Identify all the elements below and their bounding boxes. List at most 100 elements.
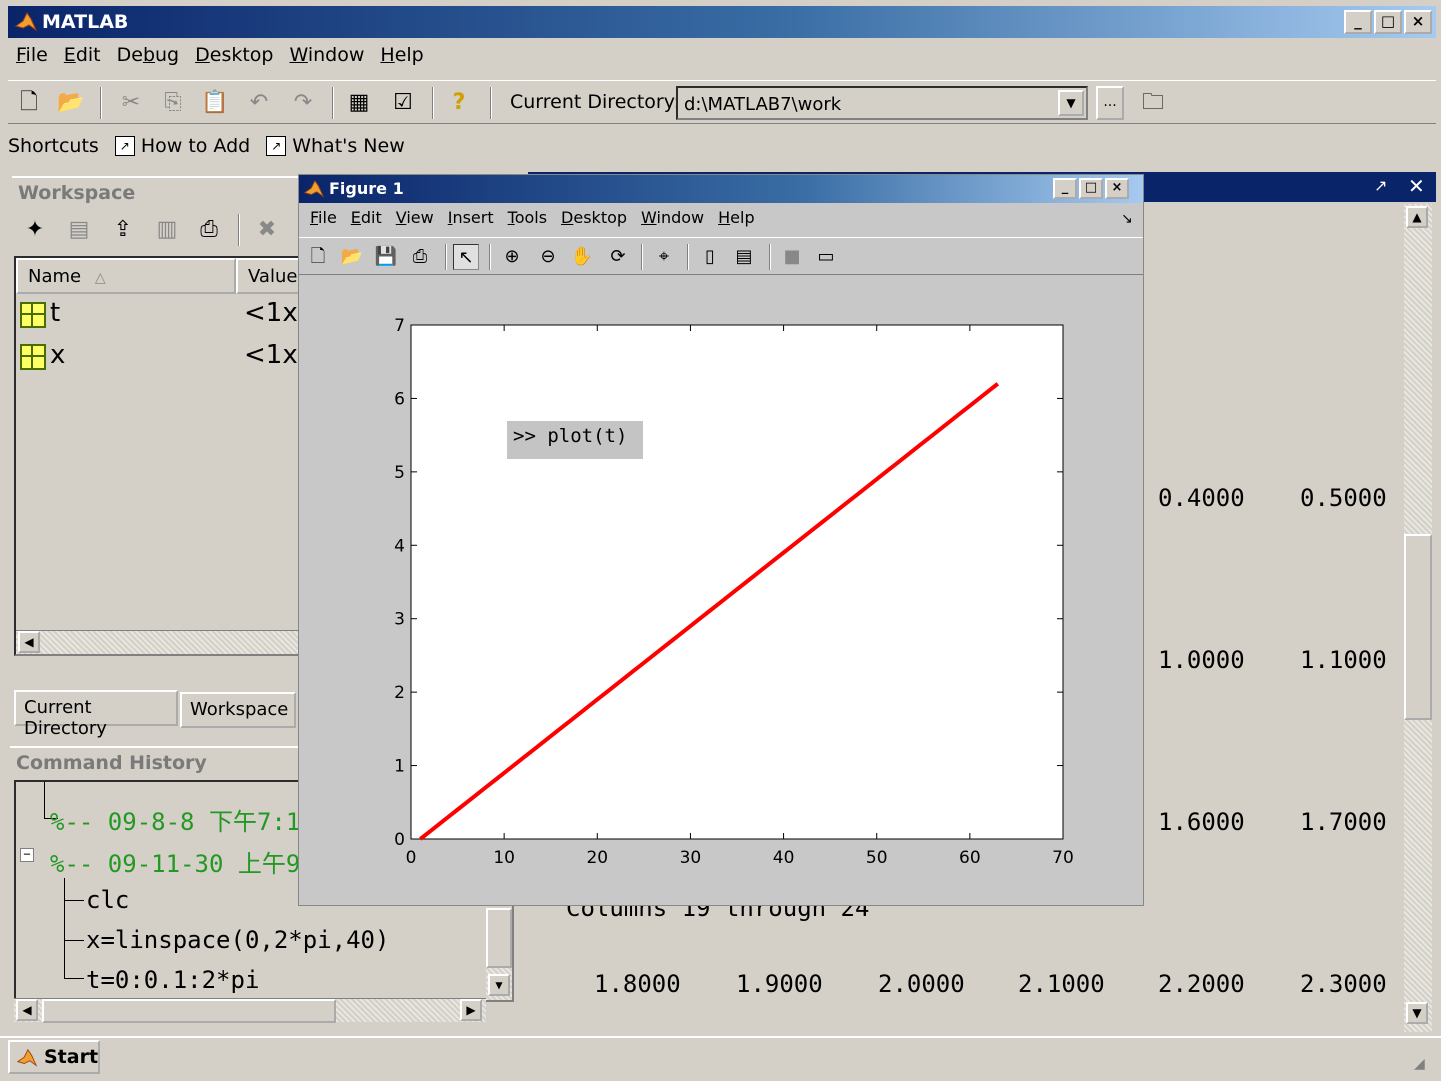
save-icon[interactable]: 💾 <box>373 244 399 270</box>
workspace-horizontal-scrollbar[interactable]: ◀ <box>16 630 302 654</box>
figure-menu-desktop[interactable]: Desktop <box>554 208 634 227</box>
guide-icon[interactable]: ☑ <box>388 89 418 117</box>
shortcut-icon: ↗ <box>114 136 135 156</box>
maximize-button[interactable]: □ <box>1079 178 1103 199</box>
redo-icon[interactable]: ↷ <box>288 89 318 117</box>
print-icon[interactable]: ⎙ <box>407 244 433 270</box>
workspace-row[interactable]: x <1x4 <box>16 338 314 378</box>
maximize-button[interactable]: □ <box>1374 10 1402 34</box>
figure-menu-edit[interactable]: Edit <box>344 208 389 227</box>
close-button[interactable]: × <box>1404 10 1432 34</box>
shortcut-how-to-add[interactable]: How to Add <box>141 135 250 157</box>
tab-workspace[interactable]: Workspace <box>180 692 296 728</box>
cut-icon[interactable]: ✂ <box>116 89 146 117</box>
figure-menu-help[interactable]: Help <box>711 208 761 227</box>
import-data-icon[interactable]: ⇪ <box>108 216 138 244</box>
x-tick-label: 20 <box>586 848 608 868</box>
history-vertical-scrollbar[interactable]: ▼ <box>486 908 512 1000</box>
history-command[interactable]: clc <box>86 886 129 914</box>
open-file-icon[interactable]: 📂 <box>339 244 365 270</box>
current-directory-combo[interactable]: d:\MATLAB7\work ▼ <box>676 86 1088 120</box>
scroll-down-icon[interactable]: ▼ <box>488 974 510 996</box>
simulink-icon[interactable]: ▦ <box>344 89 374 117</box>
menu-desktop[interactable]: Desktop <box>187 44 281 72</box>
up-folder-icon[interactable]: 🗀 <box>1138 89 1168 117</box>
dock-arrow-icon[interactable]: ↘ <box>1121 211 1133 227</box>
new-file-icon[interactable]: 🗋 <box>14 89 44 117</box>
output-value: 0.5000 <box>1300 484 1387 512</box>
menu-file[interactable]: File <box>8 44 56 72</box>
minimize-button[interactable]: _ <box>1053 178 1077 199</box>
shortcut-whats-new[interactable]: What's New <box>292 135 405 157</box>
pan-hand-icon[interactable]: ✋ <box>569 244 595 270</box>
history-horizontal-scrollbar[interactable]: ◀ ▶ <box>14 998 486 1023</box>
history-session-header[interactable]: %-- 09-8-8 下午7:1 <box>50 802 300 837</box>
figure-menu-insert[interactable]: Insert <box>441 208 501 227</box>
command-window-vertical-scrollbar[interactable]: ▲ ▼ <box>1404 204 1432 1032</box>
line-chart[interactable]: 0 10 20 30 40 50 60 70 0 1 2 3 4 5 6 7 <box>299 275 1143 905</box>
save-workspace-icon[interactable]: ▥ <box>152 216 182 244</box>
resize-grip-icon[interactable]: ◢ <box>1414 1056 1425 1072</box>
figure-menubar: File Edit View Insert Tools Desktop Window Help <box>303 208 762 227</box>
open-variable-icon[interactable]: ▤ <box>64 216 94 244</box>
output-value: 2.3000 <box>1300 970 1387 998</box>
paste-icon[interactable]: 📋 <box>200 89 230 117</box>
scroll-thumb[interactable] <box>486 908 512 968</box>
x-tick-label: 10 <box>493 848 515 868</box>
scroll-left-icon[interactable]: ◀ <box>18 631 40 653</box>
history-command[interactable]: t=0:0.1:2*pi <box>86 966 259 994</box>
scroll-down-icon[interactable]: ▼ <box>1406 1002 1428 1024</box>
scroll-right-icon[interactable]: ▶ <box>460 999 482 1021</box>
menu-help[interactable]: Help <box>372 44 431 72</box>
zoom-out-icon[interactable]: ⊖ <box>535 244 561 270</box>
edit-plot-arrow-icon[interactable]: ↖ <box>453 244 479 270</box>
delete-variable-icon[interactable]: ✖ <box>252 216 282 244</box>
hide-plot-tools-icon[interactable]: ■ <box>779 244 805 270</box>
x-tick-label: 50 <box>866 848 888 868</box>
figure-menu-window[interactable]: Window <box>634 208 711 227</box>
scroll-left-icon[interactable]: ◀ <box>16 999 38 1021</box>
scroll-up-icon[interactable]: ▲ <box>1406 206 1428 228</box>
figure-menu-file[interactable]: File <box>303 208 344 227</box>
main-menubar: File Edit Debug Desktop Window Help <box>8 44 432 72</box>
matlab-logo-icon <box>16 1048 38 1067</box>
colorbar-icon[interactable]: ▯ <box>697 244 723 270</box>
menu-debug[interactable]: Debug <box>109 44 188 72</box>
undo-icon[interactable]: ↶ <box>244 89 274 117</box>
open-folder-icon[interactable]: 📂 <box>56 89 86 117</box>
copy-icon[interactable]: ⎘ <box>158 89 188 117</box>
rotate-3d-icon[interactable]: ⟳ <box>605 244 631 270</box>
chevron-down-icon[interactable]: ▼ <box>1058 90 1084 116</box>
show-plot-tools-icon[interactable]: ▭ <box>813 244 839 270</box>
history-command[interactable]: x=linspace(0,2*pi,40) <box>86 926 389 954</box>
new-variable-icon[interactable]: ✦ <box>20 216 50 244</box>
zoom-in-icon[interactable]: ⊕ <box>499 244 525 270</box>
output-value: 1.1000 <box>1300 646 1387 674</box>
tab-current-directory[interactable]: Current Directory <box>14 690 178 739</box>
workspace-panel-title: Workspace <box>12 176 312 206</box>
undock-icon[interactable]: ↗ <box>1374 176 1387 195</box>
start-label: Start <box>44 1046 99 1068</box>
scroll-thumb[interactable] <box>1404 534 1432 720</box>
minimize-button[interactable]: _ <box>1344 10 1372 34</box>
close-button[interactable]: × <box>1105 178 1129 199</box>
new-figure-icon[interactable]: 🗋 <box>305 244 331 270</box>
history-session-header[interactable]: %-- 09-11-30 上午9 <box>50 844 300 879</box>
workspace-row[interactable]: t <1x6 <box>16 296 314 336</box>
help-icon[interactable]: ? <box>444 89 474 117</box>
start-button[interactable]: Start <box>8 1040 100 1074</box>
scroll-thumb[interactable] <box>42 999 336 1023</box>
browse-button[interactable]: ... <box>1096 86 1124 120</box>
print-icon[interactable]: ⎙ <box>194 216 224 244</box>
column-header-name[interactable]: Name △ <box>16 258 236 294</box>
menu-edit[interactable]: Edit <box>56 44 109 72</box>
y-tick-label: 6 <box>394 389 405 409</box>
figure-menu-tools[interactable]: Tools <box>501 208 554 227</box>
close-icon[interactable]: ✕ <box>1408 174 1425 198</box>
collapse-icon[interactable]: − <box>20 848 34 862</box>
legend-icon[interactable]: ▤ <box>731 244 757 270</box>
data-cursor-icon[interactable]: ⌖ <box>651 244 677 270</box>
x-tick-label: 70 <box>1052 848 1074 868</box>
menu-window[interactable]: Window <box>281 44 372 72</box>
figure-menu-view[interactable]: View <box>389 208 441 227</box>
